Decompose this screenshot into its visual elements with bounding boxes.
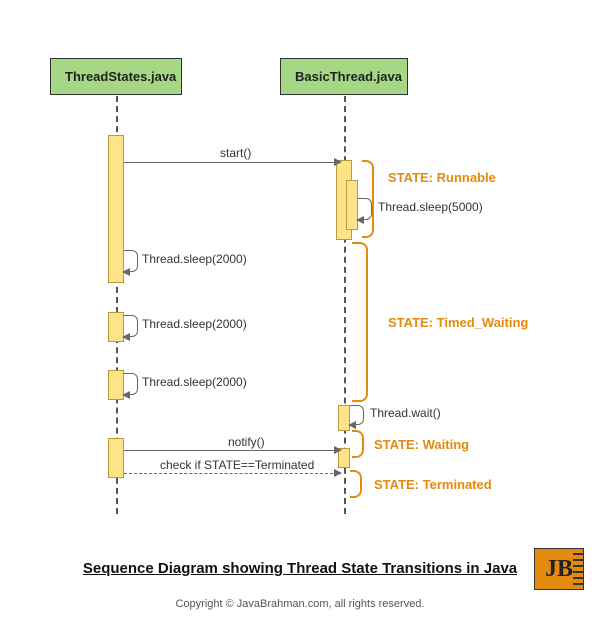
logo-stripe [573,549,583,589]
state-runnable: STATE: Runnable [388,170,496,185]
msg-start-line [124,162,336,163]
diagram-title: Sequence Diagram showing Thread State Tr… [0,560,600,577]
selfcall-sleep2000b-arrow [122,333,130,341]
msg-check-arrow [334,469,342,477]
msg-wait-label: Thread.wait() [370,406,441,420]
participant-threadstates: ThreadStates.java [50,58,182,95]
state-terminated: STATE: Terminated [374,477,492,492]
brace-waiting [352,430,364,458]
brace-runnable [362,160,374,238]
msg-sleep2000a-label: Thread.sleep(2000) [142,252,247,266]
msg-sleep2000b-label: Thread.sleep(2000) [142,317,247,331]
msg-start-label: start() [220,146,251,160]
selfcall-sleep2000a-arrow [122,268,130,276]
state-timedwaiting: STATE: Timed_Waiting [388,315,528,330]
msg-notify-label: notify() [228,435,265,449]
copyright-text: Copyright © JavaBrahman.com, all rights … [0,598,600,610]
msg-check-line [124,473,338,474]
selfcall-wait-arrow [348,421,356,429]
activation-left-1 [108,135,124,283]
msg-check-label: check if STATE==Terminated [160,458,314,472]
msg-sleep2000c-label: Thread.sleep(2000) [142,375,247,389]
brace-terminated [350,470,362,498]
msg-sleep5000-label: Thread.sleep(5000) [378,200,483,214]
selfcall-sleep2000c-arrow [122,391,130,399]
msg-notify-arrow [334,446,342,454]
logo-javabrahman: JB [534,548,584,590]
msg-notify-line [124,450,338,451]
state-waiting: STATE: Waiting [374,437,469,452]
activation-left-4 [108,438,124,478]
msg-start-arrow [334,158,342,166]
participant-basicthread: BasicThread.java [280,58,408,95]
brace-timedwaiting [352,242,368,402]
logo-text: JB [545,556,573,583]
